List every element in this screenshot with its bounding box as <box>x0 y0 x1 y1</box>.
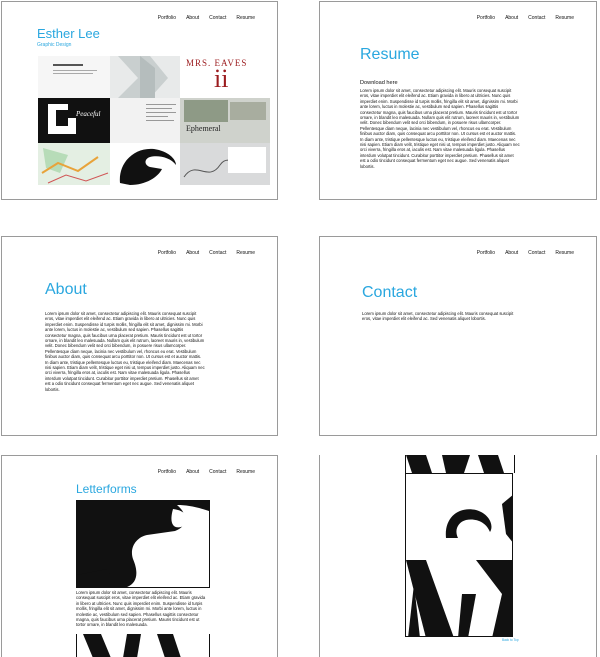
home-page: Portfolio About Contact Resume Esther Le… <box>1 1 278 200</box>
page-title: Resume <box>360 46 420 63</box>
site-subtitle: Graphic Design <box>37 42 72 48</box>
letterform-v-graphic <box>83 634 181 657</box>
letterforms-body: Lorem ipsum dolor sit amet, consectetur … <box>76 590 206 628</box>
nav-about[interactable]: About <box>505 15 518 21</box>
letterform-detail-image[interactable] <box>405 473 513 637</box>
letterform-strip-graphic <box>406 455 504 473</box>
download-link[interactable]: Download here <box>360 80 398 86</box>
nav-about[interactable]: About <box>186 250 199 256</box>
collage-tile-letterform-c[interactable] <box>110 143 180 185</box>
nav-bar: Portfolio About Contact Resume <box>477 250 574 256</box>
nav-about[interactable]: About <box>505 250 518 256</box>
resume-page: Portfolio About Contact Resume Resume Do… <box>319 1 597 200</box>
portfolio-collage: MRS. EAVES ii Peaceful Ephemeral <box>38 56 270 185</box>
map-graphic <box>41 148 109 184</box>
collage-tile-ephemeral[interactable]: Ephemeral <box>180 98 270 143</box>
nav-resume[interactable]: Resume <box>555 15 574 21</box>
letterforms-detail-page: Back to Top <box>319 455 597 657</box>
about-page: Portfolio About Contact Resume About Lor… <box>1 236 278 436</box>
resume-body: Lorem ipsum dolor sit amet, consectetur … <box>360 88 520 169</box>
ii-glyph: ii <box>214 64 229 93</box>
back-to-top-link[interactable]: Back to Top <box>502 638 519 642</box>
letterform-strip-top[interactable] <box>405 455 515 473</box>
collage-tile-letterform-p[interactable]: Peaceful <box>38 98 110 143</box>
collage-tile-document[interactable] <box>38 56 110 98</box>
nav-bar: Portfolio About Contact Resume <box>158 250 255 256</box>
nav-contact[interactable]: Contact <box>528 15 545 21</box>
letterform-image[interactable] <box>76 500 210 588</box>
letterform-graphic: Peaceful <box>48 104 101 134</box>
nav-portfolio[interactable]: Portfolio <box>477 15 495 21</box>
nav-bar: Portfolio About Contact Resume <box>158 469 255 475</box>
letterform-image-2[interactable] <box>76 634 210 657</box>
site-name[interactable]: Esther Lee <box>37 26 100 41</box>
nav-resume[interactable]: Resume <box>555 250 574 256</box>
nav-about[interactable]: About <box>186 15 199 21</box>
nav-bar: Portfolio About Contact Resume <box>158 15 255 21</box>
nav-contact[interactable]: Contact <box>209 469 226 475</box>
collage-tile-map[interactable] <box>38 143 110 185</box>
contact-page: Portfolio About Contact Resume Contact L… <box>319 236 597 436</box>
page-title: Contact <box>362 284 418 301</box>
ephemeral-label: Ephemeral <box>186 124 221 133</box>
peaceful-label: Peaceful <box>75 110 101 118</box>
c-letterform-graphic <box>119 148 176 185</box>
collage-tile-mrs-eaves[interactable]: MRS. EAVES ii <box>180 56 270 98</box>
nav-contact[interactable]: Contact <box>209 15 226 21</box>
nav-resume[interactable]: Resume <box>236 15 255 21</box>
letterform-c-graphic <box>77 501 209 587</box>
nav-contact[interactable]: Contact <box>209 250 226 256</box>
nav-resume[interactable]: Resume <box>236 469 255 475</box>
about-body: Lorem ipsum dolor sit amet, consectetur … <box>45 311 205 392</box>
arrow-graphic <box>118 56 168 98</box>
page-title: About <box>45 281 87 298</box>
letterforms-page: Portfolio About Contact Resume Letterfor… <box>1 455 278 657</box>
nav-resume[interactable]: Resume <box>236 250 255 256</box>
contact-body: Lorem ipsum dolor sit amet, consectetur … <box>362 311 514 322</box>
nav-portfolio[interactable]: Portfolio <box>477 250 495 256</box>
nav-bar: Portfolio About Contact Resume <box>477 15 574 21</box>
nav-about[interactable]: About <box>186 469 199 475</box>
letterform-detail-graphic <box>406 495 512 636</box>
page-title: Letterforms <box>76 482 137 496</box>
collage-tile-arrow[interactable] <box>110 56 180 98</box>
nav-contact[interactable]: Contact <box>528 250 545 256</box>
nav-portfolio[interactable]: Portfolio <box>158 469 176 475</box>
collage-tile-squiggle[interactable] <box>180 143 270 185</box>
collage-tile-text[interactable] <box>110 98 180 143</box>
nav-portfolio[interactable]: Portfolio <box>158 250 176 256</box>
nav-portfolio[interactable]: Portfolio <box>158 15 176 21</box>
squiggle-graphic <box>183 147 266 178</box>
